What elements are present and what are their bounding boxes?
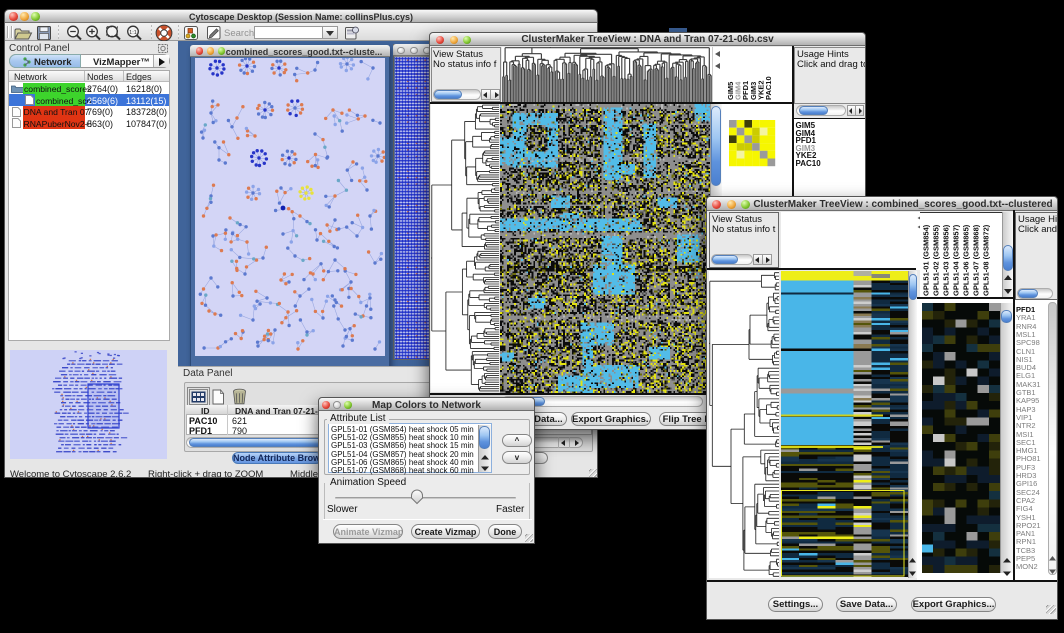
svg-text:GPL51-07 (GSM868): GPL51-07 (GSM868) (972, 224, 981, 296)
svg-text:GPL51-03 (GSM856): GPL51-03 (GSM856) (942, 224, 951, 296)
svg-text:GPL51-01 (GSM854): GPL51-01 (GSM854) (922, 224, 931, 296)
svg-text:GPL51-02 (GSM855): GPL51-02 (GSM855) (932, 224, 941, 296)
svg-text:GPL51-06 (GSM865): GPL51-06 (GSM865) (962, 224, 971, 296)
svg-text:GPL51-08 (GSM872): GPL51-08 (GSM872) (982, 224, 991, 296)
svg-text:PAC10: PAC10 (764, 76, 773, 100)
svg-text:GPL51-04 (GSM857): GPL51-04 (GSM857) (952, 224, 961, 296)
svg-text:1:1: 1:1 (129, 30, 137, 36)
